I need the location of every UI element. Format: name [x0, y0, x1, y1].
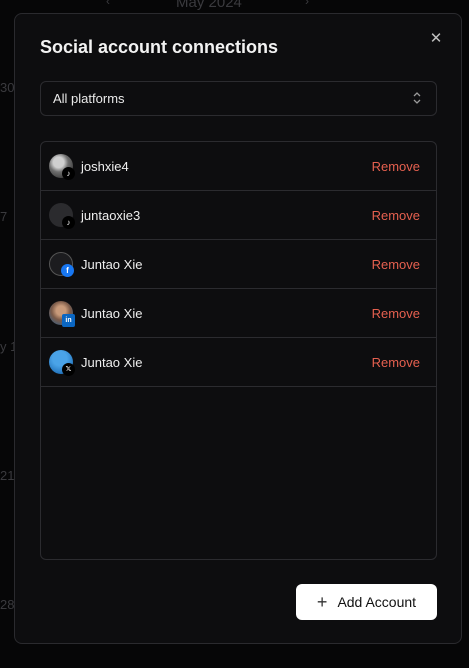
add-account-button[interactable]: + Add Account [296, 584, 437, 620]
platform-filter-select[interactable]: All platforms [40, 81, 437, 116]
account-row: f Juntao Xie Remove [41, 240, 436, 289]
accounts-list: ♪ joshxie4 Remove ♪ juntaoxie3 Remove f … [40, 141, 437, 560]
account-name: joshxie4 [81, 158, 129, 174]
remove-account-button[interactable]: Remove [372, 257, 420, 272]
avatar: ♪ [49, 154, 75, 180]
remove-account-button[interactable]: Remove [372, 355, 420, 370]
tiktok-icon: ♪ [62, 167, 75, 180]
prev-month-icon: ‹ [106, 0, 110, 8]
avatar: ♪ [49, 203, 75, 229]
calendar-day: 7 [0, 209, 8, 224]
add-account-label: Add Account [337, 594, 417, 610]
plus-icon: + [316, 592, 328, 612]
remove-account-button[interactable]: Remove [372, 306, 420, 321]
account-row: ♪ joshxie4 Remove [41, 142, 436, 191]
calendar-month-title: May 2024 [176, 0, 242, 11]
calendar-day: 21 [0, 468, 15, 483]
avatar: 𝕏 [49, 350, 75, 376]
account-row: 𝕏 Juntao Xie Remove [41, 338, 436, 387]
account-row: ♪ juntaoxie3 Remove [41, 191, 436, 240]
close-icon[interactable]: ✕ [427, 29, 445, 47]
avatar: in [49, 301, 75, 327]
account-name: Juntao Xie [81, 305, 143, 321]
account-row: in Juntao Xie Remove [41, 289, 436, 338]
tiktok-icon: ♪ [62, 216, 75, 229]
calendar-day: 28 [0, 597, 15, 612]
facebook-icon: f [61, 264, 74, 277]
platform-filter-value: All platforms [53, 91, 125, 106]
remove-account-button[interactable]: Remove [372, 208, 420, 223]
account-name: Juntao Xie [81, 256, 143, 272]
account-name: Juntao Xie [81, 354, 143, 370]
calendar-day: 30 [0, 80, 15, 95]
social-connections-dialog: Social account connections ✕ All platfor… [14, 13, 462, 644]
chevron-up-down-icon [413, 92, 421, 104]
next-month-icon: › [305, 0, 309, 8]
remove-account-button[interactable]: Remove [372, 159, 420, 174]
x-icon: 𝕏 [62, 363, 75, 376]
account-name: juntaoxie3 [81, 207, 141, 223]
avatar: f [49, 252, 74, 277]
dialog-title: Social account connections [40, 37, 279, 57]
linkedin-icon: in [62, 314, 75, 327]
